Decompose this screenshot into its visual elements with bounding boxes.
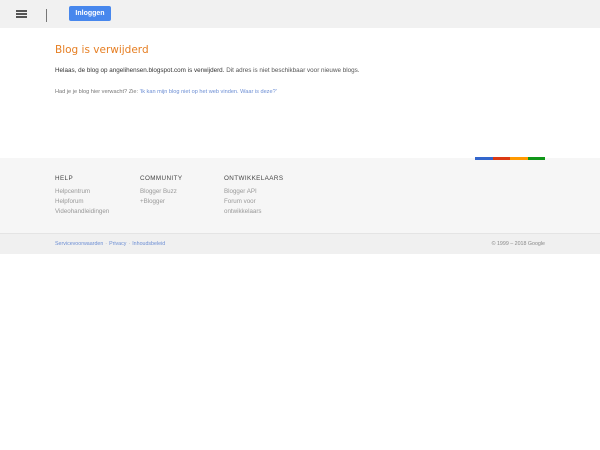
deleted-message: Helaas, de blog op angelihensen.blogspot… [55,67,360,74]
footer-heading-community: COMMUNITY [140,175,183,182]
link-separator: · [105,241,108,247]
google-color-bar [475,157,545,160]
legal-links: Servicevoorwaarden · Privacy · Inhoudsbeleid [55,241,165,247]
main-content: Blog is verwijderd Helaas, de blog op an… [55,44,555,95]
footer-link-helpcentrum[interactable]: Helpcentrum [55,187,109,197]
blog-url: angelihensen.blogspot.com [109,67,186,74]
message-suffix: Dit adres is niet beschikbaar voor nieuw… [226,67,360,74]
help-line: Had je je blog hier verwacht? Zie: 'Ik k… [55,89,277,95]
footer-heading-help: HELP [55,175,74,182]
message-prefix: Helaas, de blog op [55,67,110,74]
hamburger-menu-icon[interactable] [16,10,27,18]
footer-link-blogger-api[interactable]: Blogger API [224,187,284,197]
color-bar-yellow [510,157,528,160]
link-separator: · [128,241,131,247]
footer-heading-developers: ONTWIKKELAARS [224,175,284,182]
login-button[interactable]: Inloggen [69,6,111,21]
footer-link-video-tutorials[interactable]: Videohandleidingen [55,207,109,217]
content-policy-link[interactable]: Inhoudsbeleid [132,241,165,247]
footer-link-plus-blogger[interactable]: +Blogger [140,197,182,207]
terms-link[interactable]: Servicevoorwaarden [55,241,103,247]
top-bar: Inloggen [0,0,600,28]
help-link[interactable]: 'Ik kan mijn blog niet op het web vinden… [140,89,277,95]
footer-column-community: COMMUNITY Blogger Buzz +Blogger [140,175,182,207]
footer-column-developers: ONTWIKKELAARS Blogger API Forum voor ont… [224,175,284,217]
footer-link-blogger-buzz[interactable]: Blogger Buzz [140,187,182,197]
footer-column-help: HELP Helpcentrum Helpforum Videohandleid… [55,175,109,217]
color-bar-blue [475,157,493,160]
color-bar-red [492,157,510,160]
color-bar-green [527,157,545,160]
message-mid: is verwijderd. [185,67,227,74]
footer-link-developer-forum[interactable]: Forum voor ontwikkelaars [224,197,284,217]
footer-link-helpforum[interactable]: Helpforum [55,197,109,207]
page-title: Blog is verwijderd [55,44,149,56]
bottom-bar: Servicevoorwaarden · Privacy · Inhoudsbeleid… [0,233,600,254]
copyright: © 1999 – 2018 Google [491,241,545,247]
header-divider [46,9,47,22]
privacy-link[interactable]: Privacy [109,241,126,247]
help-prefix: Had je je blog hier verwacht? Zie: [55,89,140,95]
